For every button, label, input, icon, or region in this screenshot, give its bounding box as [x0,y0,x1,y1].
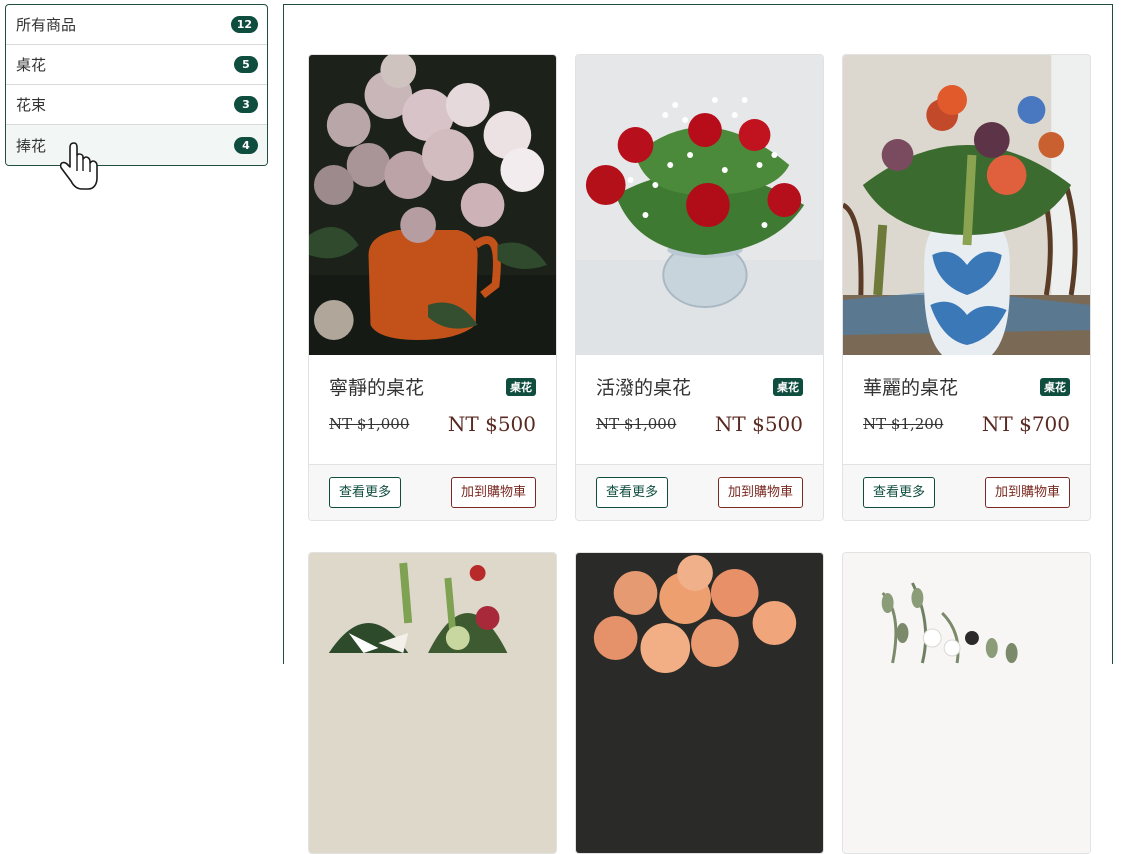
product-info: 活潑的桌花 桌花 NT $1,000 NT $500 [576,355,823,464]
original-price: NT $1,000 [596,415,677,433]
product-grid: 寧靜的桌花 桌花 NT $1,000 NT $500 查看更多 加到購物車 活潑… [283,4,1113,854]
product-image-porcelain-vase[interactable] [843,55,1090,355]
category-item-all[interactable]: 所有商品 12 [6,5,267,45]
add-to-cart-button[interactable]: 加到購物車 [717,477,803,508]
category-count-badge: 5 [234,56,258,73]
category-tag: 桌花 [506,377,536,396]
product-title: 活潑的桌花 [596,377,692,399]
product-image-lilies[interactable] [309,553,556,853]
product-info: 寧靜的桌花 桌花 NT $1,000 NT $500 [309,355,556,464]
category-sidebar: 所有商品 12 桌花 5 花束 3 捧花 4 [5,4,268,166]
view-more-button[interactable]: 查看更多 [863,477,936,508]
category-item-bridal-bouquets[interactable]: 捧花 4 [6,125,267,165]
category-item-table-flowers[interactable]: 桌花 5 [6,45,267,85]
category-count-badge: 4 [234,136,258,154]
add-to-cart-button[interactable]: 加到購物車 [984,477,1070,508]
category-count-badge: 12 [230,16,258,33]
original-price: NT $1,000 [329,415,410,433]
product-card: 活潑的桌花 桌花 NT $1,000 NT $500 查看更多 加到購物車 [575,54,824,521]
sale-price: NT $700 [981,412,1070,436]
card-actions: 查看更多 加到購物車 [576,464,823,520]
product-title: 寧靜的桌花 [329,377,425,399]
product-image-pink-roses[interactable] [309,55,556,355]
category-item-bouquets[interactable]: 花束 3 [6,85,267,125]
product-card: 寧靜的桌花 桌花 NT $1,000 NT $500 查看更多 加到購物車 [308,54,557,521]
product-card [575,552,824,854]
category-label: 所有商品 [16,16,77,34]
product-card [308,552,557,854]
category-count-badge: 3 [234,96,258,113]
product-title: 華麗的桌花 [863,377,959,399]
category-label: 桌花 [16,56,47,74]
card-actions: 查看更多 加到購物車 [843,464,1090,520]
product-image-white-flowers[interactable] [843,553,1090,853]
category-tag: 桌花 [773,377,803,396]
category-tag: 桌花 [1040,377,1070,396]
sale-price: NT $500 [447,412,536,436]
category-label: 捧花 [16,136,47,155]
sale-price: NT $500 [714,412,803,436]
card-actions: 查看更多 加到購物車 [309,464,556,520]
product-image-peach-roses[interactable] [576,553,823,853]
product-info: 華麗的桌花 桌花 NT $1,200 NT $700 [843,355,1090,464]
category-label: 花束 [16,96,47,114]
view-more-button[interactable]: 查看更多 [596,477,669,508]
add-to-cart-button[interactable]: 加到購物車 [450,477,536,508]
product-card: 華麗的桌花 桌花 NT $1,200 NT $700 查看更多 加到購物車 [842,54,1091,521]
original-price: NT $1,200 [863,415,944,433]
product-image-red-roses[interactable] [576,55,823,355]
view-more-button[interactable]: 查看更多 [329,477,402,508]
product-card [842,552,1091,854]
